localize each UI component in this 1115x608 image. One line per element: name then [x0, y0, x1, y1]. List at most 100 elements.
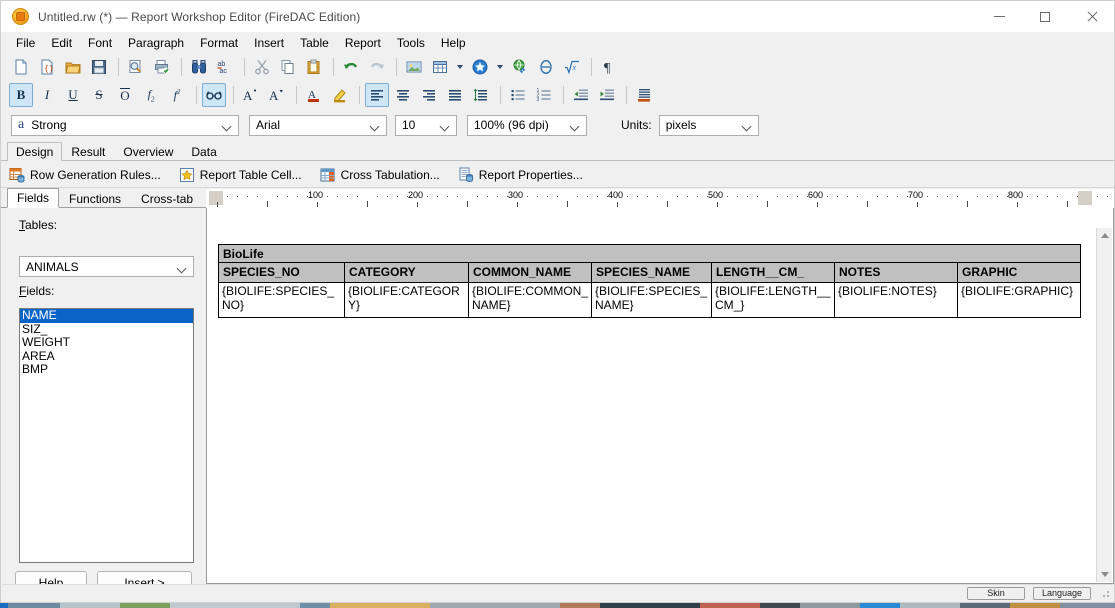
vertical-scrollbar[interactable] [1096, 228, 1112, 582]
formula-sqrt-icon[interactable]: x [560, 55, 584, 79]
paste-clipboard-icon[interactable] [302, 55, 326, 79]
table-header-cell[interactable]: GRAPHIC [958, 263, 1079, 282]
print-icon[interactable] [150, 55, 174, 79]
table-cell[interactable]: {BIOLIFE:COMMON_NAME} [469, 283, 592, 317]
undo-icon[interactable] [339, 55, 363, 79]
paragraph-border-icon[interactable] [632, 83, 656, 107]
table-cell[interactable]: {BIOLIFE:SPECIES_NO} [219, 283, 345, 317]
font-color-icon[interactable]: A [302, 83, 326, 107]
new-document-icon[interactable] [9, 55, 33, 79]
open-folder-icon[interactable] [61, 55, 85, 79]
cross-tabulation-button[interactable]: Cross Tabulation... [320, 167, 440, 183]
table-cell[interactable]: {BIOLIFE:NOTES} [835, 283, 958, 317]
tab-overview[interactable]: Overview [114, 142, 182, 161]
list-item[interactable]: BMP [20, 363, 193, 377]
minimize-button[interactable] [976, 1, 1022, 32]
find-binoculars-icon[interactable] [187, 55, 211, 79]
skin-button[interactable]: Skin [967, 587, 1025, 600]
resize-grip[interactable] [1099, 587, 1111, 599]
paragraph-marks-icon[interactable]: ¶ [597, 55, 621, 79]
tab-design[interactable]: Design [7, 142, 62, 161]
list-item[interactable]: WEIGHT [20, 336, 193, 350]
insert-object-dropdown[interactable] [494, 56, 505, 78]
superscript-icon[interactable]: f2 [165, 83, 189, 107]
report-table-cell-button[interactable]: Report Table Cell... [179, 167, 302, 183]
language-button[interactable]: Language [1033, 587, 1091, 600]
table-cell[interactable]: {BIOLIFE:SPECIES_NAME} [592, 283, 712, 317]
symbol-theta-icon[interactable] [534, 55, 558, 79]
list-item[interactable]: AREA [20, 350, 193, 364]
ruler-margin-marker[interactable] [1078, 191, 1092, 205]
fields-listbox[interactable]: NAME SIZ_ WEIGHT AREA BMP [19, 308, 194, 563]
decrease-indent-icon[interactable] [569, 83, 593, 107]
font-family-select[interactable]: Arial [249, 115, 387, 136]
table-header-cell[interactable]: LENGTH__CM_ [712, 263, 835, 282]
bullet-list-icon[interactable] [506, 83, 530, 107]
bold-icon[interactable]: B [9, 83, 33, 107]
align-justify-icon[interactable] [443, 83, 467, 107]
grow-font-icon[interactable]: A [239, 83, 263, 107]
design-canvas[interactable]: BioLife SPECIES_NO CATEGORY COMMON_NAME … [206, 208, 1114, 584]
cut-scissors-icon[interactable] [250, 55, 274, 79]
insert-object-star-icon[interactable] [468, 55, 492, 79]
highlight-color-icon[interactable] [328, 83, 352, 107]
tab-crosstab[interactable]: Cross-tab [131, 189, 203, 208]
menu-report[interactable]: Report [337, 34, 389, 52]
table-header-cell[interactable]: NOTES [835, 263, 958, 282]
align-left-icon[interactable] [365, 83, 389, 107]
zoom-select[interactable]: 100% (96 dpi) [467, 115, 587, 136]
insert-picture-icon[interactable] [402, 55, 426, 79]
tab-fields[interactable]: Fields [7, 188, 59, 208]
paragraph-style-select[interactable]: a Strong [11, 115, 239, 136]
overline-icon[interactable]: O [113, 83, 137, 107]
line-spacing-icon[interactable] [469, 83, 493, 107]
shrink-font-icon[interactable]: A [265, 83, 289, 107]
maximize-button[interactable] [1022, 1, 1068, 32]
row-generation-rules-button[interactable]: Row Generation Rules... [9, 167, 161, 183]
menu-font[interactable]: Font [80, 34, 120, 52]
italic-icon[interactable]: I [35, 83, 59, 107]
report-table[interactable]: BioLife SPECIES_NO CATEGORY COMMON_NAME … [218, 244, 1081, 318]
menu-table[interactable]: Table [292, 34, 337, 52]
strikethrough-icon[interactable]: S [87, 83, 111, 107]
print-preview-icon[interactable] [124, 55, 148, 79]
subscript-icon[interactable]: f2 [139, 83, 163, 107]
font-size-select[interactable]: 10 [395, 115, 457, 136]
redo-icon[interactable] [365, 55, 389, 79]
menu-file[interactable]: File [8, 34, 43, 52]
units-select[interactable]: pixels [659, 115, 759, 136]
new-from-template-icon[interactable]: {} [35, 55, 59, 79]
tab-functions[interactable]: Functions [59, 189, 131, 208]
align-right-icon[interactable] [417, 83, 441, 107]
save-icon[interactable] [87, 55, 111, 79]
scroll-down-button[interactable] [1097, 567, 1112, 582]
menu-edit[interactable]: Edit [43, 34, 80, 52]
menu-insert[interactable]: Insert [246, 34, 292, 52]
ruler-grip[interactable] [209, 191, 223, 205]
increase-indent-icon[interactable] [595, 83, 619, 107]
report-properties-button[interactable]: Report Properties... [458, 167, 583, 183]
list-item[interactable]: SIZ_ [20, 323, 193, 337]
tables-select[interactable]: ANIMALS [19, 256, 194, 277]
hidden-text-glasses-icon[interactable] [202, 83, 226, 107]
tab-data[interactable]: Data [182, 142, 225, 161]
table-cell[interactable]: {BIOLIFE:LENGTH__CM_} [712, 283, 835, 317]
close-button[interactable] [1068, 1, 1114, 32]
menu-paragraph[interactable]: Paragraph [120, 34, 192, 52]
menu-tools[interactable]: Tools [389, 34, 433, 52]
replace-abac-icon[interactable]: abac [213, 55, 237, 79]
scroll-up-button[interactable] [1097, 228, 1112, 243]
table-header-cell[interactable]: CATEGORY [345, 263, 469, 282]
table-cell[interactable]: {BIOLIFE:CATEGORY} [345, 283, 469, 317]
menu-format[interactable]: Format [192, 34, 246, 52]
hyperlink-globe-icon[interactable] [508, 55, 532, 79]
table-header-cell[interactable]: COMMON_NAME [469, 263, 592, 282]
table-header-cell[interactable]: SPECIES_NO [219, 263, 345, 282]
copy-icon[interactable] [276, 55, 300, 79]
table-cell[interactable]: {BIOLIFE:GRAPHIC} [958, 283, 1079, 317]
tab-result[interactable]: Result [62, 142, 114, 161]
insert-table-icon[interactable] [428, 55, 452, 79]
list-item[interactable]: NAME [20, 309, 193, 323]
menu-help[interactable]: Help [433, 34, 474, 52]
align-center-icon[interactable] [391, 83, 415, 107]
